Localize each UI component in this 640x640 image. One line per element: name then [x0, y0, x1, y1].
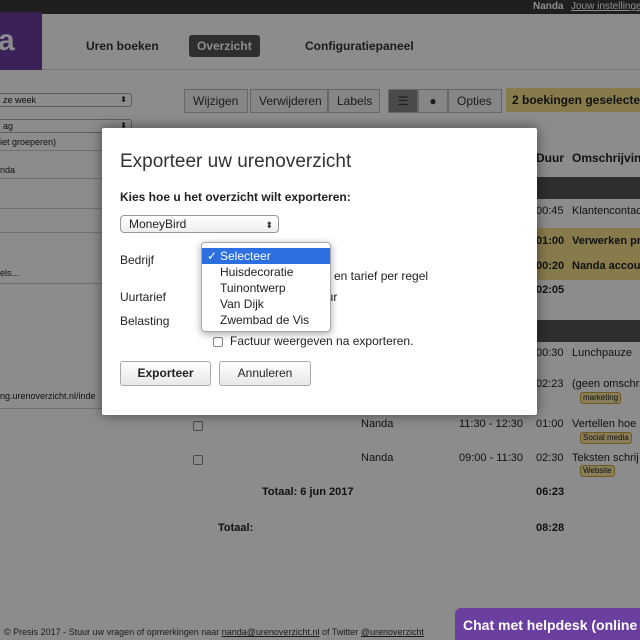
- export-format-value: MoneyBird: [129, 217, 187, 231]
- uurtarief-label: Uurtarief: [120, 290, 167, 304]
- select-arrows-icon: ⬍: [265, 220, 273, 230]
- dropdown-option-tuinontwerp[interactable]: Tuinontwerp: [202, 280, 330, 296]
- dropdown-option-huisdecoratie[interactable]: Huisdecoratie: [202, 264, 330, 280]
- show-invoice-checkbox[interactable]: [213, 337, 223, 347]
- tariff-per-line-text: en tarief per regel: [334, 269, 429, 283]
- chat-helpdesk-button[interactable]: Chat met helpdesk (online: [455, 608, 640, 640]
- dropdown-option-selecteer[interactable]: ✓ Selecteer: [202, 248, 330, 264]
- bedrijf-dropdown[interactable]: ✓ Selecteer Huisdecoratie Tuinontwerp Va…: [201, 242, 331, 332]
- export-format-select[interactable]: MoneyBird ⬍: [120, 215, 279, 233]
- export-button[interactable]: Exporteer: [120, 361, 211, 386]
- show-invoice-label[interactable]: Factuur weergeven na exporteren.: [230, 334, 413, 348]
- dropdown-option-zwembad-de-vis[interactable]: Zwembad de Vis: [202, 312, 330, 328]
- dropdown-option-van-dijk[interactable]: Van Dijk: [202, 296, 330, 312]
- option-label: Selecteer: [220, 249, 271, 263]
- checkmark-icon: ✓: [207, 249, 218, 263]
- cancel-button[interactable]: Annuleren: [219, 361, 311, 386]
- belasting-label: Belasting: [120, 314, 170, 328]
- modal-title: Exporteer uw urenoverzicht: [120, 151, 352, 172]
- bedrijf-label: Bedrijf: [120, 253, 155, 267]
- modal-subtitle: Kies hoe u het overzicht wilt exporteren…: [120, 190, 351, 204]
